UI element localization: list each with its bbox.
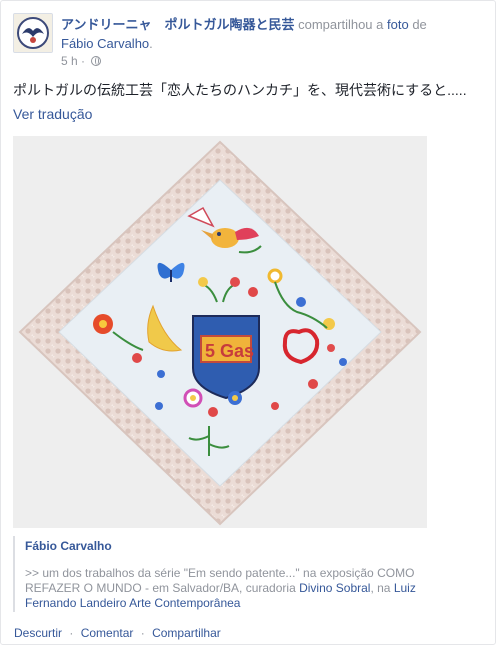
meta-separator: · <box>81 54 86 68</box>
connector-text: de <box>412 17 427 32</box>
action-separator: · <box>140 626 145 640</box>
share-button[interactable]: Compartilhar <box>152 626 221 640</box>
handkerchief-image: 5 Gas <box>13 136 427 528</box>
post-actions: Descurtir · Comentar · Compartilhar <box>14 626 221 640</box>
feed-post: アンドリーニャ ポルトガル陶器と民芸 compartilhou a foto d… <box>0 0 496 645</box>
action-separator: · <box>69 626 74 640</box>
comment-button[interactable]: Comentar <box>81 626 134 640</box>
post-timestamp[interactable]: 5 h <box>61 54 78 68</box>
post-photo[interactable]: 5 Gas <box>13 136 427 528</box>
page-avatar[interactable] <box>13 13 53 53</box>
owner-link[interactable]: Fábio Carvalho <box>61 36 149 51</box>
attachment-description: >> um dos trabalhos da série "Em sendo p… <box>25 566 465 611</box>
see-translation-link[interactable]: Ver tradução <box>13 105 92 124</box>
attachment-text-part2: , na <box>370 581 391 595</box>
post-meta: 5 h · <box>61 54 102 68</box>
post-message: ポルトガルの伝統工芸「恋人たちのハンカチ」を、現代芸術にすると..... <box>13 82 467 98</box>
attachment-caption: Fábio Carvalho >> um dos trabalhos da sé… <box>13 536 487 612</box>
globe-icon[interactable] <box>91 56 102 66</box>
photo-link[interactable]: foto <box>387 17 409 32</box>
embroidered-text: 5 Gas <box>205 341 254 361</box>
curator-link[interactable]: Divino Sobral <box>299 581 370 595</box>
shared-action-text: compartilhou a <box>298 17 384 32</box>
attachment-author-link[interactable]: Fábio Carvalho <box>25 539 112 553</box>
post-header: アンドリーニャ ポルトガル陶器と民芸 compartilhou a foto d… <box>61 17 427 51</box>
swallow-logo-icon <box>14 14 52 52</box>
unlike-button[interactable]: Descurtir <box>14 626 62 640</box>
page-name-link[interactable]: アンドリーニャ ポルトガル陶器と民芸 <box>61 17 294 32</box>
